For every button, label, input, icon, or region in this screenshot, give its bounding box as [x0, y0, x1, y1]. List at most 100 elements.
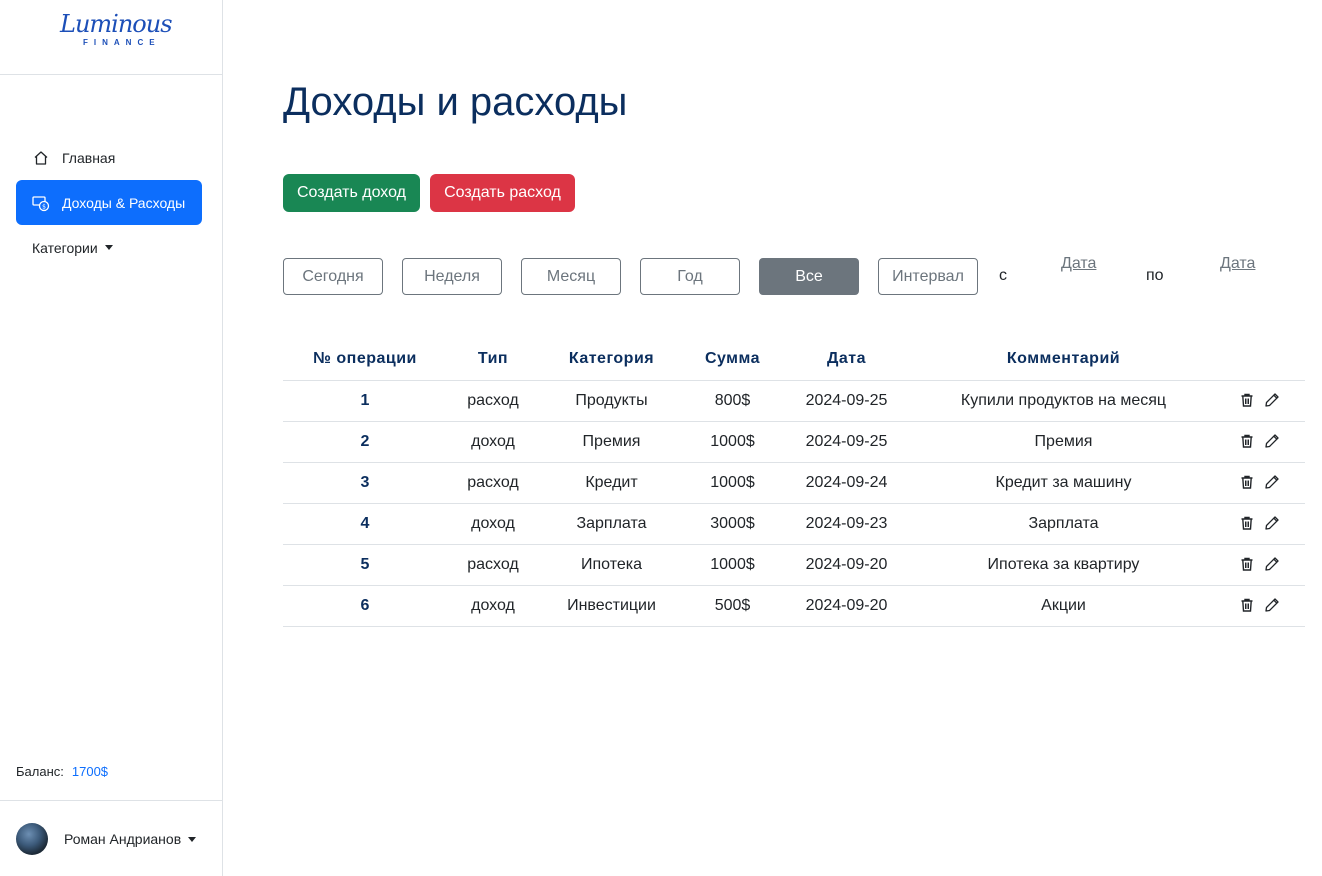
filter-today-button[interactable]: Сегодня: [283, 258, 383, 295]
cell-comment: Зарплата: [912, 503, 1215, 545]
cell-amount: 1000$: [684, 421, 781, 463]
date-from-picker[interactable]: Дата: [1061, 255, 1096, 273]
home-icon: [32, 149, 50, 167]
cell-amount: 3000$: [684, 503, 781, 545]
cell-amount: 500$: [684, 585, 781, 627]
trash-icon[interactable]: [1239, 597, 1256, 614]
trash-icon[interactable]: [1239, 515, 1256, 532]
brand-logo-script: Luminous: [60, 10, 173, 38]
cell-actions: [1215, 421, 1305, 463]
cell-amount: 800$: [684, 380, 781, 422]
cell-date: 2024-09-25: [781, 380, 912, 422]
cell-comment: Ипотека за квартиру: [912, 544, 1215, 586]
caret-down-icon: [104, 245, 113, 250]
sidebar: Luminous FINANCE Главная $ Доходы & Расх…: [0, 0, 223, 876]
table-row: 4 доход Зарплата 3000$ 2024-09-23 Зарпла…: [283, 503, 1305, 545]
cell-num: 5: [283, 544, 447, 586]
cell-category: Премия: [539, 421, 684, 463]
cell-actions: [1215, 462, 1305, 504]
filter-week-button[interactable]: Неделя: [402, 258, 502, 295]
cell-comment: Акции: [912, 585, 1215, 627]
cell-num: 4: [283, 503, 447, 545]
table-row: 2 доход Премия 1000$ 2024-09-25 Премия: [283, 421, 1305, 463]
user-name-label: Роман Андрианов: [64, 830, 182, 847]
page-title: Доходы и расходы: [283, 80, 628, 124]
table-row: 3 расход Кредит 1000$ 2024-09-24 Кредит …: [283, 462, 1305, 504]
create-income-button[interactable]: Создать доход: [283, 174, 420, 212]
cell-category: Зарплата: [539, 503, 684, 545]
cell-date: 2024-09-24: [781, 462, 912, 504]
cell-comment: Премия: [912, 421, 1215, 463]
cell-num: 6: [283, 585, 447, 627]
trash-icon[interactable]: [1239, 556, 1256, 573]
trash-icon[interactable]: [1239, 474, 1256, 491]
date-to-picker[interactable]: Дата: [1220, 255, 1255, 273]
cell-type: расход: [447, 380, 539, 422]
balance-label: Баланс:: [16, 764, 64, 779]
cell-category: Кредит: [539, 462, 684, 504]
cell-amount: 1000$: [684, 462, 781, 504]
cell-category: Ипотека: [539, 544, 684, 586]
filter-month-button[interactable]: Месяц: [521, 258, 621, 295]
cell-category: Инвестиции: [539, 585, 684, 627]
pencil-icon[interactable]: [1264, 474, 1281, 491]
cell-num: 1: [283, 380, 447, 422]
range-to-label: по: [1146, 267, 1164, 284]
cell-date: 2024-09-20: [781, 544, 912, 586]
brand-logo-sub: FINANCE: [83, 38, 161, 47]
range-from-label: с: [999, 267, 1007, 284]
cell-amount: 1000$: [684, 544, 781, 586]
pencil-icon[interactable]: [1264, 515, 1281, 532]
filter-year-button[interactable]: Год: [640, 258, 740, 295]
balance-value: 1700$: [71, 764, 109, 779]
column-header-actions: [1215, 339, 1305, 381]
table-row: 5 расход Ипотека 1000$ 2024-09-20 Ипотек…: [283, 544, 1305, 586]
filter-all-button[interactable]: Все: [759, 258, 859, 295]
trash-icon[interactable]: [1239, 392, 1256, 409]
categories-dropdown[interactable]: Категории: [16, 225, 202, 270]
column-header: Комментарий: [912, 339, 1215, 381]
table-header-row: № операции Тип Категория Сумма Дата Комм…: [283, 339, 1305, 381]
money-icon: $: [32, 194, 50, 212]
sidebar-item-label: Доходы & Расходы: [62, 194, 186, 211]
cell-date: 2024-09-23: [781, 503, 912, 545]
column-header: Тип: [447, 339, 539, 381]
cell-type: расход: [447, 544, 539, 586]
table-row: 1 расход Продукты 800$ 2024-09-25 Купили…: [283, 380, 1305, 422]
cell-type: доход: [447, 421, 539, 463]
caret-down-icon: [188, 837, 197, 843]
create-expense-button[interactable]: Создать расход: [430, 174, 575, 212]
table-row: 6 доход Инвестиции 500$ 2024-09-20 Акции: [283, 585, 1305, 627]
cell-category: Продукты: [539, 380, 684, 422]
cell-actions: [1215, 380, 1305, 422]
sidebar-item-home[interactable]: Главная: [16, 135, 202, 180]
brand-logo[interactable]: Luminous FINANCE: [0, 0, 222, 75]
cell-type: расход: [447, 462, 539, 504]
cell-date: 2024-09-25: [781, 421, 912, 463]
categories-dropdown-label: Категории: [32, 239, 98, 256]
user-name[interactable]: Роман Андрианов: [64, 830, 197, 847]
cell-type: доход: [447, 585, 539, 627]
sidebar-item-label: Главная: [62, 149, 116, 166]
cell-comment: Купили продуктов на месяц: [912, 380, 1215, 422]
pencil-icon[interactable]: [1264, 392, 1281, 409]
cell-actions: [1215, 503, 1305, 545]
pencil-icon[interactable]: [1264, 433, 1281, 450]
pencil-icon[interactable]: [1264, 597, 1281, 614]
column-header: Категория: [539, 339, 684, 381]
cell-num: 2: [283, 421, 447, 463]
trash-icon[interactable]: [1239, 433, 1256, 450]
cell-date: 2024-09-20: [781, 585, 912, 627]
avatar: [16, 822, 48, 855]
cell-comment: Кредит за машину: [912, 462, 1215, 504]
pencil-icon[interactable]: [1264, 556, 1281, 573]
column-header: Сумма: [684, 339, 781, 381]
column-header: Дата: [781, 339, 912, 381]
balance: Баланс: 1700$: [16, 764, 108, 779]
sidebar-item-income-expense[interactable]: $ Доходы & Расходы: [16, 180, 202, 225]
cell-num: 3: [283, 462, 447, 504]
filter-interval-button[interactable]: Интервал: [878, 258, 978, 295]
operations-table: № операции Тип Категория Сумма Дата Комм…: [283, 339, 1305, 627]
cell-actions: [1215, 585, 1305, 627]
user-menu[interactable]: Роман Андрианов: [0, 800, 222, 876]
